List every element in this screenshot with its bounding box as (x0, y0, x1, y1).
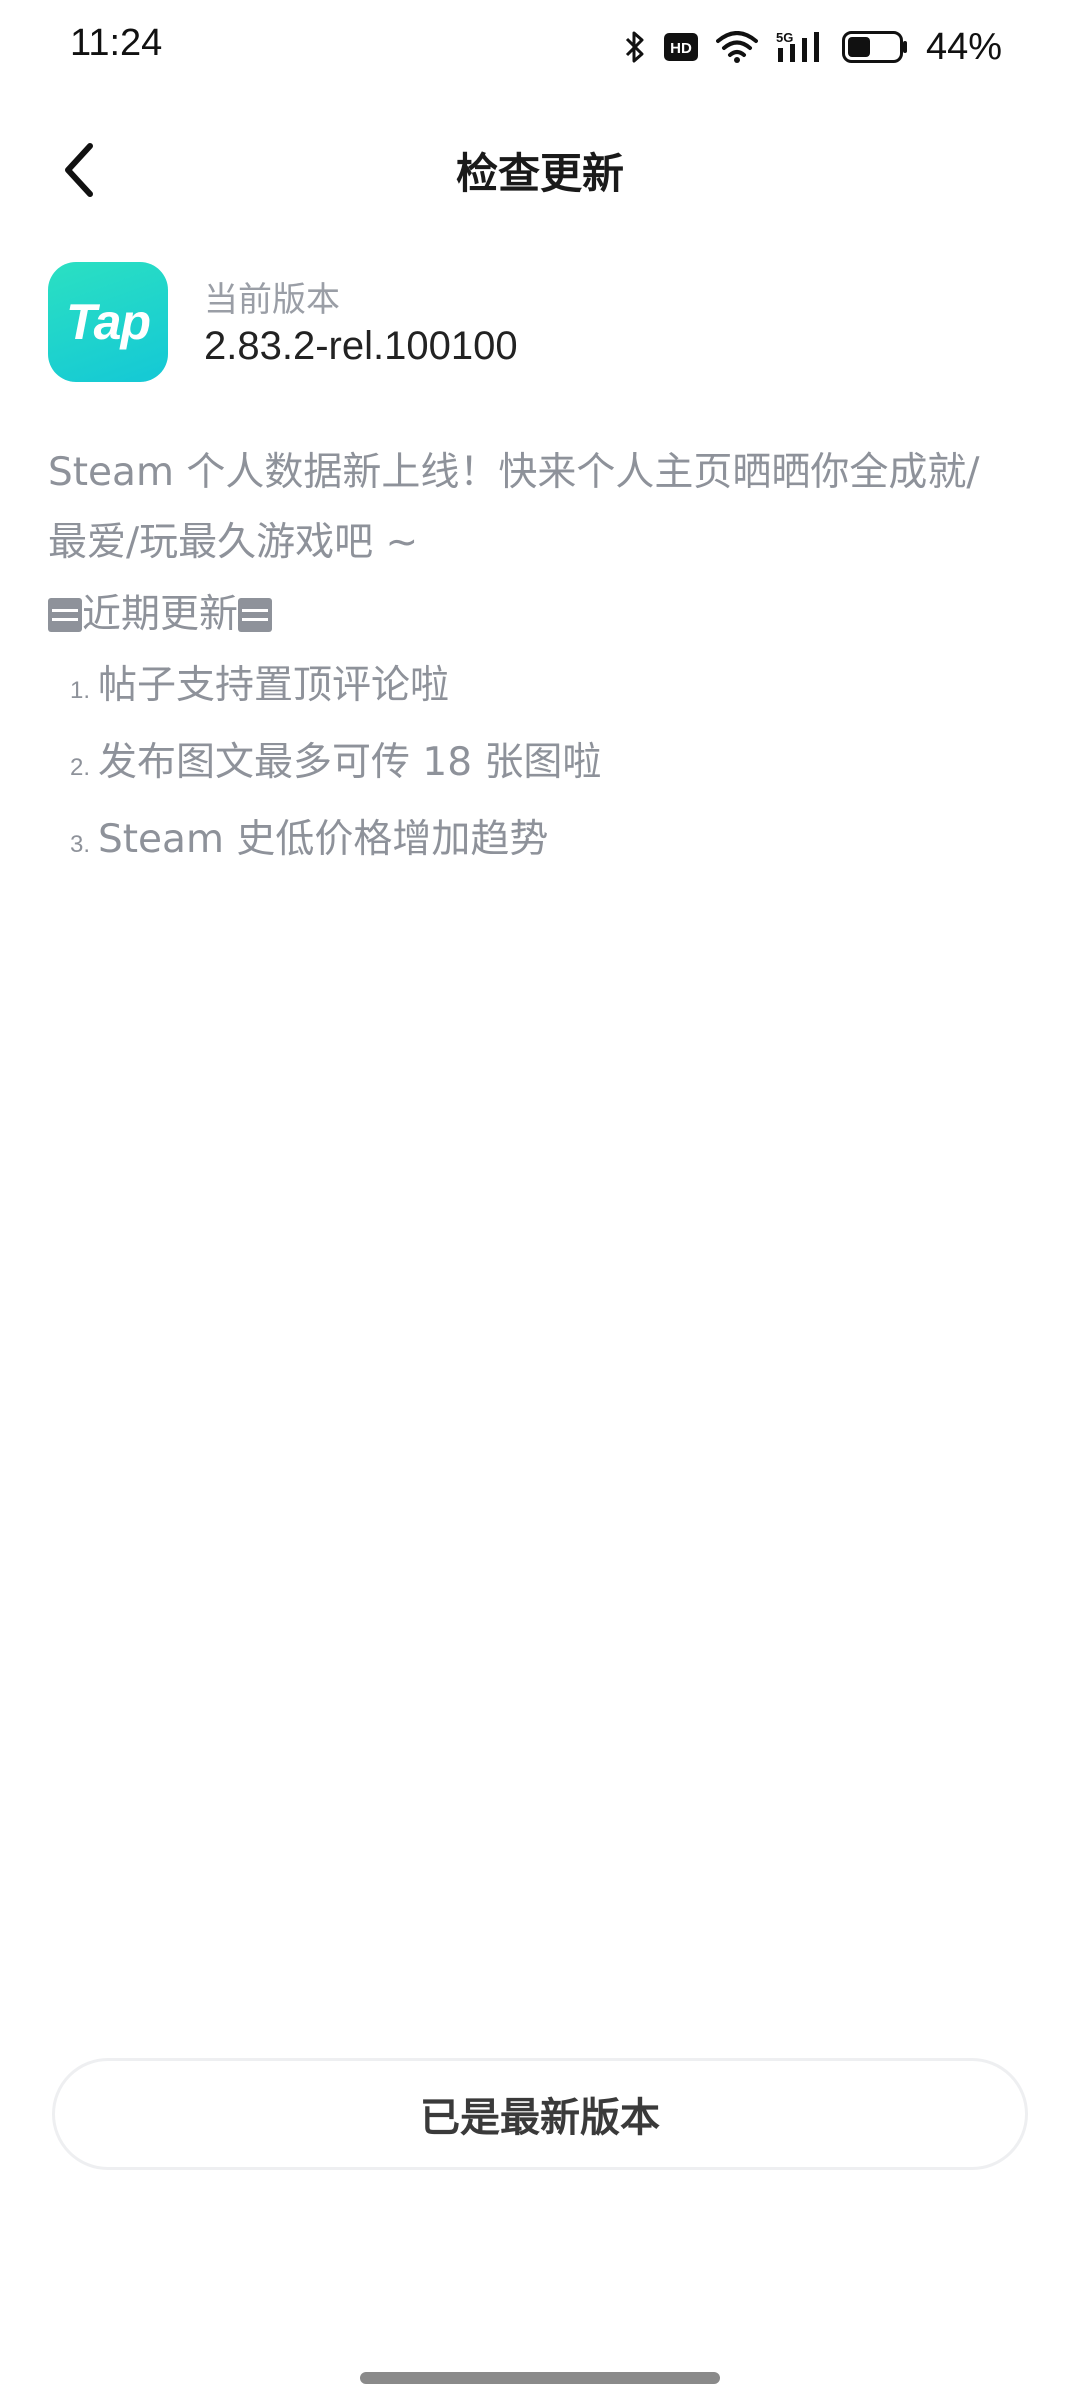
signal-5g-icon: 5G (776, 30, 824, 64)
equals-icon (238, 598, 273, 632)
section-title: 近期更新 (82, 592, 239, 637)
list-item-number: 1. (69, 677, 90, 704)
app-icon: Tap (48, 262, 168, 382)
status-time: 11:24 (70, 22, 163, 64)
status-icons: HD 5G 44% (624, 22, 1002, 72)
list-item-text: 帖子支持置顶评论啦 (98, 663, 450, 708)
equals-icon (48, 598, 82, 632)
page-title: 检查更新 (455, 149, 624, 198)
list-item-text: 发布图文最多可传 18 张图啦 (98, 740, 602, 785)
app-version-info: Tap 当前版本 2.83.2-rel.100100 (48, 262, 1032, 386)
check-update-screen: 11:24 HD 5G 44% 检查更新 Tap 当前版本 2.83.2-rel… (0, 0, 1080, 2408)
wifi-icon (715, 31, 758, 63)
status-bar: 11:24 HD 5G 44% (0, 0, 1080, 96)
hd-icon: HD (663, 33, 698, 61)
list-item-text: Steam 史低价格增加趋势 (98, 817, 549, 862)
app-logo-text: Tap (65, 294, 151, 350)
list-item: 3. Steam 史低价格增加趋势 (48, 804, 1008, 881)
current-version-value: 2.83.2-rel.100100 (204, 324, 518, 368)
changelog: Steam 个人数据新上线！快来个人主页晒晒你全成就/最爱/玩最久游戏吧 ~ 近… (48, 438, 1008, 881)
svg-text:HD: HD (670, 40, 692, 57)
changelog-intro: Steam 个人数据新上线！快来个人主页晒晒你全成就/最爱/玩最久游戏吧 ~ (48, 450, 980, 565)
latest-version-button[interactable]: 已是最新版本 (52, 2058, 1028, 2170)
battery-percent: 44% (925, 25, 1002, 68)
current-version-label: 当前版本 (204, 280, 340, 320)
update-list: 1. 帖子支持置顶评论啦 2. 发布图文最多可传 18 张图啦 3. Steam… (48, 650, 1008, 881)
list-item: 2. 发布图文最多可传 18 张图啦 (48, 727, 1008, 804)
bluetooth-icon (624, 30, 646, 64)
header: 检查更新 (0, 120, 1080, 220)
list-item: 1. 帖子支持置顶评论啦 (48, 650, 1008, 727)
changelog-section-heading: 近期更新 (48, 580, 1008, 650)
battery-icon (841, 31, 908, 63)
home-indicator[interactable] (360, 2372, 720, 2384)
list-item-number: 3. (69, 831, 90, 858)
list-item-number: 2. (69, 754, 90, 781)
svg-text:5G: 5G (776, 30, 793, 45)
